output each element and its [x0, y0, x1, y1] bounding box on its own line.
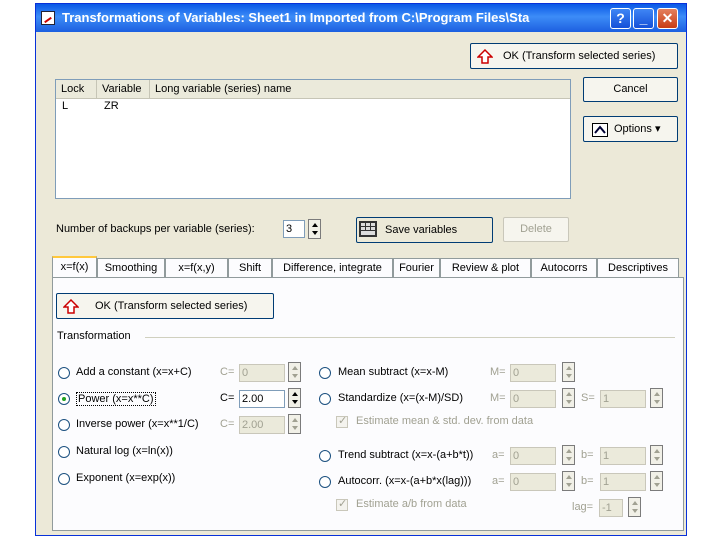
panel-ok-button[interactable]: OK (Transform selected series) [56, 293, 274, 319]
ok-transform-button[interactable]: OK (Transform selected series) [470, 43, 678, 69]
ok-transform-label: OK (Transform selected series) [503, 50, 656, 62]
radio-trend-subtract[interactable] [319, 450, 331, 462]
options-label: Options ▾ [614, 123, 661, 135]
standardize-m-input[interactable]: 0 [510, 390, 556, 408]
trend-b-spinner[interactable] [650, 445, 663, 465]
estimate-ab-label: Estimate a/b from data [356, 498, 467, 510]
row-lock-cell[interactable]: L [62, 100, 68, 112]
lag-input[interactable]: -1 [599, 499, 623, 517]
lag-param: lag= [572, 501, 594, 513]
trend-subtract-label[interactable]: Trend subtract (x=x-(a+b*t)) [338, 449, 473, 461]
mean-subtract-label[interactable]: Mean subtract (x=x-M) [338, 366, 448, 378]
autocorr-b-input[interactable]: 1 [600, 473, 646, 491]
autocorr-label[interactable]: Autocorr. (x=x-(a+b*x(lag))) [338, 475, 471, 487]
minimize-button[interactable]: _ [633, 8, 654, 29]
panel-ok-label: OK (Transform selected series) [95, 300, 248, 312]
standardize-s-input[interactable]: 1 [600, 390, 646, 408]
mean-subtract-input[interactable]: 0 [510, 364, 556, 382]
mean-subtract-spinner[interactable] [562, 362, 575, 382]
trend-a-spinner[interactable] [562, 445, 575, 465]
radio-inverse-power[interactable] [58, 419, 70, 431]
trend-a-input[interactable]: 0 [510, 447, 556, 465]
row-variable-cell[interactable]: ZR [104, 100, 119, 112]
backups-label: Number of backups per variable (series): [56, 223, 255, 235]
power-spinner[interactable] [288, 388, 301, 408]
delete-button[interactable]: Delete [503, 217, 569, 242]
radio-standardize[interactable] [319, 393, 331, 405]
standardize-m-param: M= [490, 392, 506, 404]
add-constant-spinner[interactable] [288, 362, 301, 382]
options-button[interactable]: Options ▾ [583, 116, 678, 142]
title-bar[interactable]: Transformations of Variables: Sheet1 in … [36, 4, 686, 32]
estimate-ab-checkbox[interactable] [336, 497, 348, 511]
dialog-window: Transformations of Variables: Sheet1 in … [35, 3, 687, 536]
estimate-mean-label: Estimate mean & std. dev. from data [356, 415, 534, 427]
close-button[interactable]: ✕ [657, 8, 678, 29]
radio-power[interactable] [58, 393, 70, 405]
add-constant-input[interactable]: 0 [239, 364, 285, 382]
standardize-s-param: S= [581, 392, 595, 404]
autocorr-a-spinner[interactable] [562, 471, 575, 491]
options-icon [592, 122, 608, 146]
inverse-power-spinner[interactable] [288, 414, 301, 434]
tab-fourier[interactable]: Fourier [393, 258, 440, 277]
lag-spinner[interactable] [628, 497, 641, 517]
standardize-m-spinner[interactable] [562, 388, 575, 408]
autocorr-a-input[interactable]: 0 [510, 473, 556, 491]
cancel-button[interactable]: Cancel [583, 77, 678, 102]
backups-spinner[interactable] [308, 219, 321, 239]
transformation-group-label: Transformation [57, 330, 131, 342]
radio-autocorr[interactable] [319, 476, 331, 488]
tab-x-fx[interactable]: x=f(x) [52, 256, 97, 278]
power-label[interactable]: Power (x=x**C) [76, 392, 156, 406]
autocorr-a-param: a= [492, 475, 505, 487]
mean-subtract-param: M= [490, 366, 506, 378]
trend-b-param: b= [581, 449, 594, 461]
backups-input[interactable]: 3 [283, 220, 305, 238]
group-divider [145, 337, 675, 338]
tab-x-fxy[interactable]: x=f(x,y) [165, 258, 228, 277]
column-lock[interactable]: Lock [56, 80, 97, 98]
add-constant-param: C= [220, 366, 235, 378]
ok-arrow-icon [476, 48, 494, 74]
column-variable[interactable]: Variable [97, 80, 150, 98]
inverse-power-label[interactable]: Inverse power (x=x**1/C) [76, 418, 199, 430]
radio-mean-subtract[interactable] [319, 367, 331, 379]
tab-descriptives[interactable]: Descriptives [597, 258, 679, 277]
panel-ok-arrow-icon [62, 298, 80, 324]
inverse-power-param: C= [220, 418, 235, 430]
natural-log-label[interactable]: Natural log (x=ln(x)) [76, 445, 173, 457]
save-variables-button[interactable]: Save variables [356, 217, 493, 243]
window-title: Transformations of Variables: Sheet1 in … [62, 10, 530, 25]
exponent-label[interactable]: Exponent (x=exp(x)) [76, 472, 175, 484]
tab-shift[interactable]: Shift [228, 258, 272, 277]
autocorr-b-param: b= [581, 475, 594, 487]
variables-list[interactable]: Lock Variable Long variable (series) nam… [55, 79, 571, 199]
tab-smoothing[interactable]: Smoothing [97, 258, 165, 277]
tab-panel-x-fx: OK (Transform selected series) Transform… [52, 277, 684, 531]
column-long-name[interactable]: Long variable (series) name [150, 80, 570, 98]
standardize-label[interactable]: Standardize (x=(x-M)/SD) [338, 392, 463, 404]
autocorr-b-spinner[interactable] [650, 471, 663, 491]
tab-review-plot[interactable]: Review & plot [440, 258, 531, 277]
tab-autocorrs[interactable]: Autocorrs [531, 258, 597, 277]
inverse-power-input[interactable]: 2.00 [239, 416, 285, 434]
power-param: C= [220, 392, 235, 404]
help-button[interactable]: ? [610, 8, 631, 29]
standardize-s-spinner[interactable] [650, 388, 663, 408]
list-header: Lock Variable Long variable (series) nam… [56, 80, 570, 99]
power-input[interactable]: 2.00 [239, 390, 285, 408]
trend-b-input[interactable]: 1 [600, 447, 646, 465]
estimate-mean-checkbox[interactable] [336, 414, 348, 428]
save-variables-label: Save variables [385, 224, 458, 236]
tab-difference[interactable]: Difference, integrate [272, 258, 393, 277]
radio-add-constant[interactable] [58, 367, 70, 379]
app-icon [41, 11, 55, 25]
add-constant-label[interactable]: Add a constant (x=x+C) [76, 366, 192, 378]
trend-a-param: a= [492, 449, 505, 461]
radio-exponent[interactable] [58, 473, 70, 485]
radio-natural-log[interactable] [58, 446, 70, 458]
